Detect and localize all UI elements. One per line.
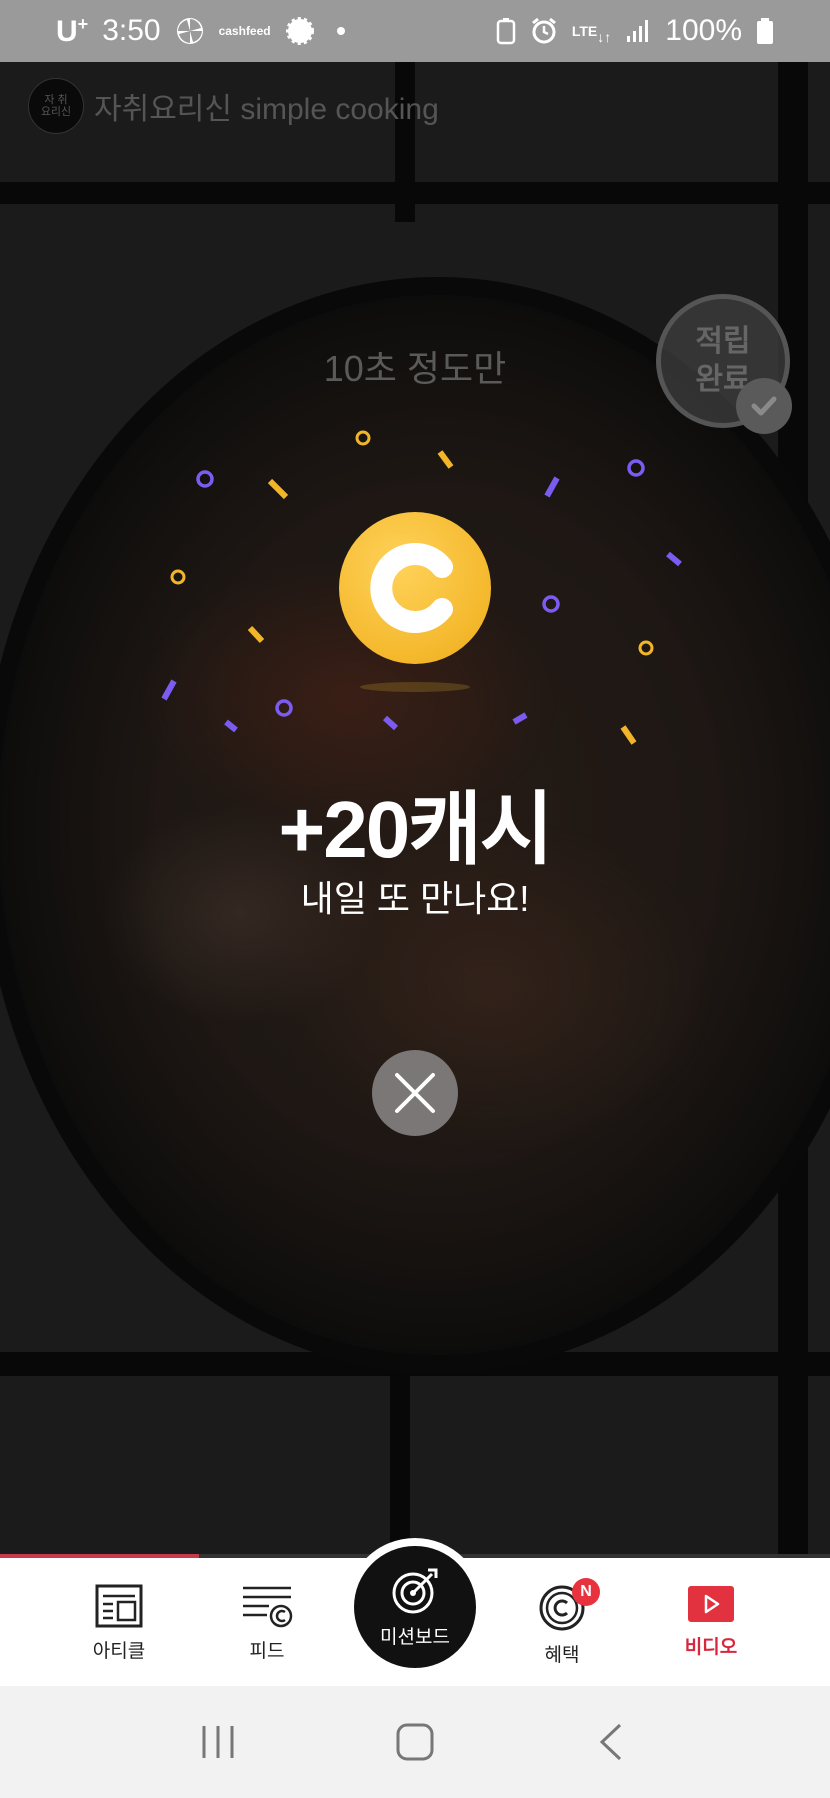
tab-article[interactable]: 아티클 [59,1584,179,1663]
video-play-icon [688,1586,734,1622]
tab-missionboard[interactable]: 미션보드 [354,1546,476,1668]
article-icon [95,1584,143,1628]
close-button[interactable] [372,1050,458,1136]
recent-apps-button[interactable] [178,1712,258,1772]
home-button[interactable] [375,1712,455,1772]
tab-label: 비디오 [684,1637,738,1658]
tab-label: 아티클 [92,1641,146,1662]
coin-shadow [360,682,470,692]
cash-coin-icon [339,512,491,664]
target-icon [392,1568,438,1613]
reward-message: 내일 또 만나요! [300,878,530,919]
tab-label: 미션보드 [380,1626,450,1648]
system-nav-bar [0,1686,830,1798]
recent-apps-icon [202,1726,234,1758]
back-button[interactable] [572,1712,652,1772]
tab-label: 피드 [249,1641,285,1662]
back-icon [599,1723,621,1761]
tab-video[interactable]: 비디오 [651,1584,771,1659]
tab-feed[interactable]: 피드 [207,1584,327,1663]
home-icon [396,1723,434,1761]
close-icon [395,1073,435,1113]
new-badge: N [572,1578,600,1606]
feed-icon [243,1586,293,1628]
confetti [161,430,682,745]
tab-benefit[interactable]: 혜택 [502,1584,622,1667]
reward-amount: +20캐시 [278,785,554,874]
tab-label: 혜택 [544,1645,580,1666]
